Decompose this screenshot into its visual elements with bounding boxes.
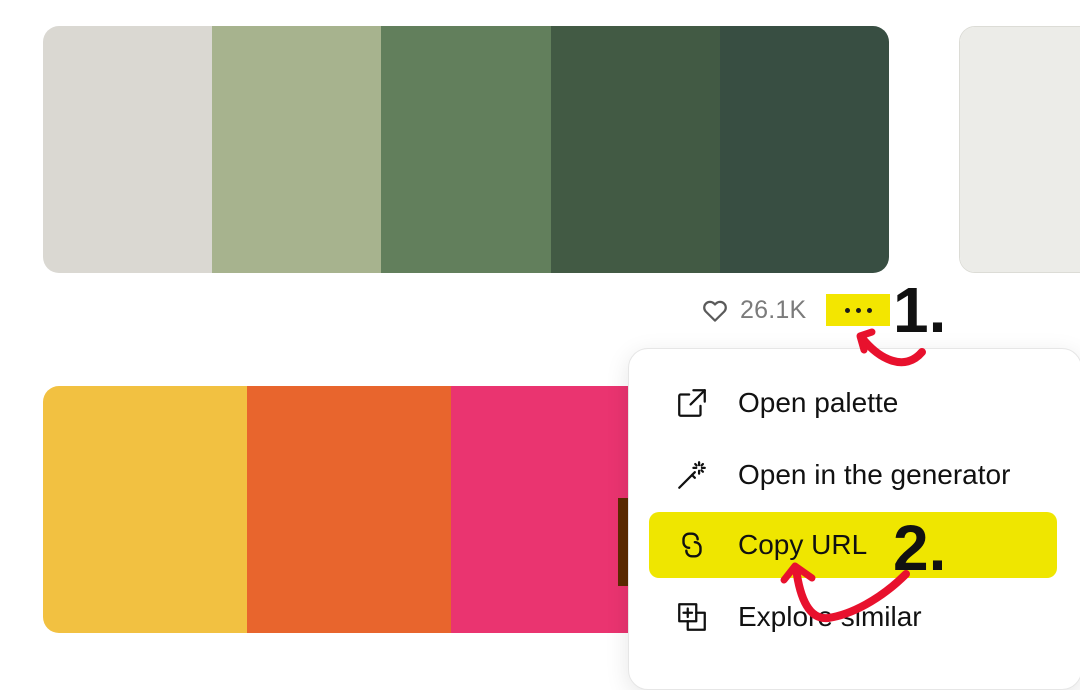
palette-meta-row: 26.1K (700, 293, 891, 327)
menu-item-open-palette[interactable]: Open palette (649, 370, 1057, 436)
palette-card-peek[interactable] (959, 26, 1080, 273)
annotation-step-2: 2. (893, 512, 947, 584)
likes-count: 26.1K (740, 295, 807, 324)
palette-2-swatch[interactable] (43, 386, 247, 633)
palette-1-swatch[interactable] (381, 26, 551, 273)
palette-1-swatch[interactable] (43, 26, 213, 273)
menu-item-label: Explore similar (738, 601, 922, 632)
plus-copy-icon (673, 598, 711, 636)
menu-item-open-generator[interactable]: Open in the generator (649, 442, 1057, 508)
menu-item-explore-similar[interactable]: Explore similar (649, 584, 1057, 650)
palette-edge-peek (618, 498, 628, 586)
more-dot (855, 307, 861, 313)
palette-1-swatch[interactable] (719, 26, 889, 273)
palette-2-swatch[interactable] (247, 386, 451, 633)
magic-wand-icon (673, 456, 711, 494)
palette-1-swatch[interactable] (550, 26, 720, 273)
palette-peek-swatch[interactable] (960, 27, 1080, 272)
menu-item-label: Open in the generator (738, 459, 1011, 490)
more-horizontal-icon (844, 307, 850, 313)
palette-card-1[interactable] (43, 26, 889, 273)
menu-item-copy-url[interactable]: Copy URL (649, 512, 1057, 578)
external-link-icon (673, 384, 711, 422)
menu-item-label: Copy URL (738, 529, 868, 560)
palette-1-swatch[interactable] (212, 26, 382, 273)
heart-icon[interactable] (700, 295, 730, 325)
link-icon (673, 526, 711, 564)
annotation-step-1: 1. (893, 274, 947, 346)
more-options-button[interactable] (826, 294, 891, 326)
context-menu: Open palette Open in the generator Copy … (628, 348, 1080, 690)
more-dot (866, 307, 872, 313)
menu-item-label: Open palette (738, 387, 899, 418)
